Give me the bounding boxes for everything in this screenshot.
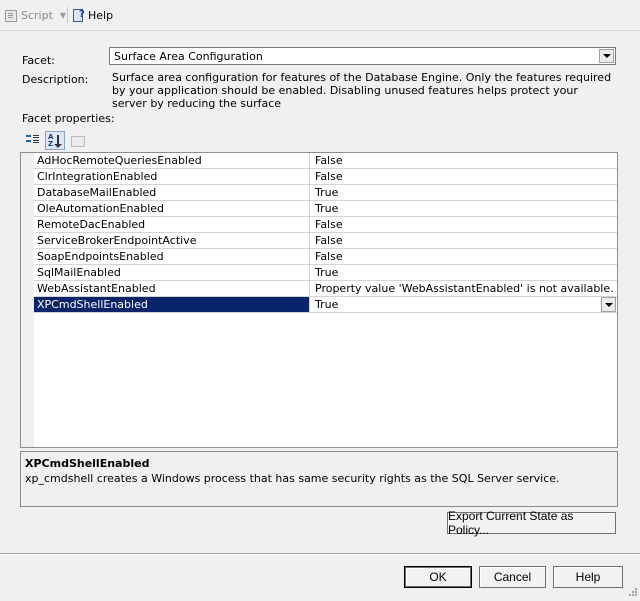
table-row[interactable]: RemoteDacEnabled False [34,217,617,233]
property-name: ServiceBrokerEndpointActive [34,233,310,248]
property-grid-toolbar [23,131,87,151]
property-name: DatabaseMailEnabled [34,185,310,200]
property-name: SqlMailEnabled [34,265,310,280]
resize-grip-icon[interactable] [626,587,638,599]
script-button[interactable]: Script ▼ [4,7,66,23]
property-name: OleAutomationEnabled [34,201,310,216]
table-row[interactable]: OleAutomationEnabled True [34,201,617,217]
table-row[interactable]: AdHocRemoteQueriesEnabled False [34,153,617,169]
facet-properties-label: Facet properties: [22,112,115,125]
property-value[interactable]: True [311,201,617,216]
property-value[interactable]: False [311,233,617,248]
table-row[interactable]: ClrIntegrationEnabled False [34,169,617,185]
categorized-icon[interactable] [23,131,43,150]
property-value[interactable]: Property value 'WebAssistantEnabled' is … [311,281,617,296]
description-label: Description: [22,73,89,86]
help-panel-title: XPCmdShellEnabled [25,457,150,470]
property-name: AdHocRemoteQueriesEnabled [34,153,310,168]
cancel-button[interactable]: Cancel [479,566,546,588]
toolbar-separator [67,7,68,23]
table-row[interactable]: ServiceBrokerEndpointActive False [34,233,617,249]
script-icon [4,8,18,22]
property-value[interactable]: False [311,217,617,232]
facet-dropdown-icon[interactable] [599,49,614,63]
divider [0,553,640,554]
toolbar-help-label: Help [88,8,114,22]
property-name: ClrIntegrationEnabled [34,169,310,184]
property-help-panel: XPCmdShellEnabled xp_cmdshell creates a … [20,451,618,507]
property-pages-icon[interactable] [67,131,87,150]
table-row[interactable]: WebAssistantEnabled Property value 'WebA… [34,281,617,297]
property-name: WebAssistantEnabled [34,281,310,296]
export-policy-button[interactable]: Export Current State as Policy... [447,509,616,537]
help-book-icon [72,8,86,22]
table-row[interactable]: DatabaseMailEnabled True [34,185,617,201]
table-row-selected[interactable]: XPCmdShellEnabled True [34,297,617,313]
property-grid-gutter [21,153,34,447]
toolbar-help-button[interactable]: Help [72,7,113,23]
table-row[interactable]: SoapEndpointsEnabled False [34,249,617,265]
property-value[interactable]: True [311,185,617,200]
property-name: RemoteDacEnabled [34,217,310,232]
property-value[interactable]: True [311,297,617,312]
toolbar: Script ▼ Help [0,0,640,31]
property-grid: AdHocRemoteQueriesEnabled False ClrInteg… [20,152,618,448]
description-text: Surface area configuration for features … [112,71,612,110]
help-panel-text: xp_cmdshell creates a Windows process th… [25,472,560,485]
facet-select[interactable]: Surface Area Configuration [109,47,616,65]
property-value[interactable]: False [311,169,617,184]
help-button[interactable]: Help [553,566,623,588]
property-value[interactable]: True [311,265,617,280]
value-dropdown-icon[interactable] [601,297,616,312]
property-name: SoapEndpointsEnabled [34,249,310,264]
facet-select-value: Surface Area Configuration [114,50,263,63]
script-label: Script [21,8,53,22]
alphabetical-sort-icon[interactable] [45,131,65,150]
property-value[interactable]: False [311,153,617,168]
property-name: XPCmdShellEnabled [34,297,310,312]
facet-label: Facet: [22,54,55,67]
table-row[interactable]: SqlMailEnabled True [34,265,617,281]
chevron-down-icon[interactable]: ▼ [60,11,66,20]
ok-button[interactable]: OK [404,566,472,588]
property-value[interactable]: False [311,249,617,264]
